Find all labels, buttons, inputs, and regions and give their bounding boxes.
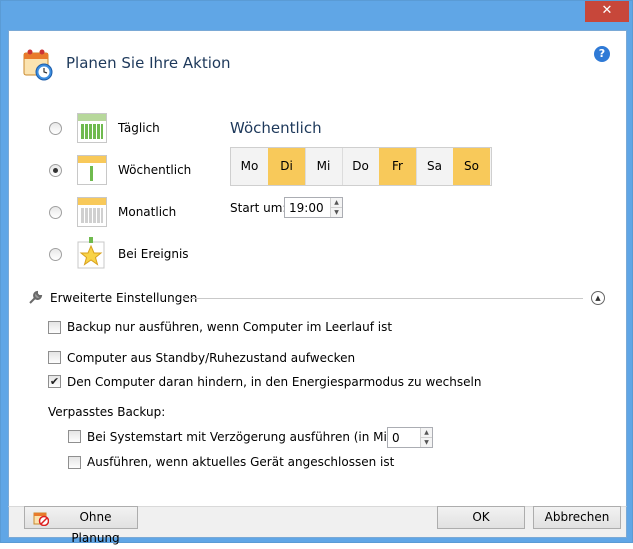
event-star-icon: [77, 237, 105, 269]
day-mo[interactable]: Mo: [231, 148, 269, 185]
prevent-sleep-label[interactable]: Den Computer daran hindern, in den Energ…: [67, 375, 481, 389]
start-time-value[interactable]: 19:00: [289, 201, 324, 215]
startup-delay-label[interactable]: Bei Systemstart mit Verzögerung ausführe…: [87, 430, 431, 444]
day-mi[interactable]: Mi: [305, 148, 343, 185]
option-monthly-label[interactable]: Monatlich: [118, 205, 176, 219]
start-time-label: Start um:: [230, 201, 287, 215]
option-event-label[interactable]: Bei Ereignis: [118, 247, 189, 261]
radio-event[interactable]: [49, 248, 62, 261]
start-time-down-button[interactable]: ▼: [331, 208, 342, 217]
checkbox-device-connected[interactable]: [68, 456, 81, 469]
radio-monthly[interactable]: [49, 206, 62, 219]
checkbox-wake-up[interactable]: [48, 351, 61, 364]
calendar-monthly-icon: [77, 197, 107, 227]
cancel-button[interactable]: Abbrechen: [533, 506, 621, 529]
help-icon[interactable]: ?: [594, 46, 610, 62]
title-bar[interactable]: [1, 1, 632, 25]
section-divider: [183, 298, 583, 299]
no-schedule-icon: [33, 512, 49, 526]
advanced-settings-title[interactable]: Erweiterte Einstellungen: [50, 291, 197, 305]
idle-only-label[interactable]: Backup nur ausführen, wenn Computer im L…: [67, 320, 392, 334]
delay-minutes-down-button[interactable]: ▼: [421, 438, 432, 447]
calendar-weekly-icon: [77, 155, 107, 185]
delay-minutes-up-button[interactable]: ▲: [421, 428, 432, 438]
start-time-stepper[interactable]: 19:00 ▲ ▼: [284, 197, 343, 218]
calendar-daily-icon: [77, 113, 107, 143]
delay-minutes-stepper[interactable]: 0 ▲ ▼: [387, 427, 433, 448]
day-do[interactable]: Do: [342, 148, 380, 185]
ok-button[interactable]: OK: [437, 506, 525, 529]
schedule-calendar-icon: [23, 49, 53, 81]
missed-backup-label: Verpasstes Backup:: [48, 405, 166, 419]
day-so[interactable]: So: [453, 148, 490, 185]
radio-weekly[interactable]: [49, 164, 62, 177]
radio-daily[interactable]: [49, 122, 62, 135]
page-title: Planen Sie Ihre Aktion: [66, 54, 231, 72]
collapse-chevron-icon[interactable]: ▲: [591, 291, 605, 305]
start-time-up-button[interactable]: ▲: [331, 198, 342, 208]
day-sa[interactable]: Sa: [416, 148, 454, 185]
checkbox-idle-only[interactable]: [48, 321, 61, 334]
start-time-spin: ▲ ▼: [330, 198, 342, 217]
wrench-icon: [29, 290, 43, 304]
option-weekly-label[interactable]: Wöchentlich: [118, 163, 191, 177]
wake-up-label[interactable]: Computer aus Standby/Ruhezustand aufweck…: [67, 351, 355, 365]
option-daily-label[interactable]: Täglich: [118, 121, 160, 135]
checkbox-prevent-sleep[interactable]: ✔: [48, 375, 61, 388]
no-schedule-button[interactable]: Ohne Planung: [24, 506, 138, 545]
delay-minutes-value[interactable]: 0: [392, 431, 400, 445]
close-button[interactable]: ✕: [585, 1, 629, 22]
weekday-selector: Mo Di Mi Do Fr Sa So: [230, 147, 492, 186]
day-fr[interactable]: Fr: [379, 148, 417, 185]
checkbox-startup-delay[interactable]: [68, 430, 81, 443]
device-connected-label[interactable]: Ausführen, wenn aktuelles Gerät angeschl…: [87, 455, 394, 469]
delay-minutes-spin: ▲ ▼: [420, 428, 432, 447]
day-di[interactable]: Di: [268, 148, 306, 185]
weekly-heading: Wöchentlich: [230, 119, 322, 137]
